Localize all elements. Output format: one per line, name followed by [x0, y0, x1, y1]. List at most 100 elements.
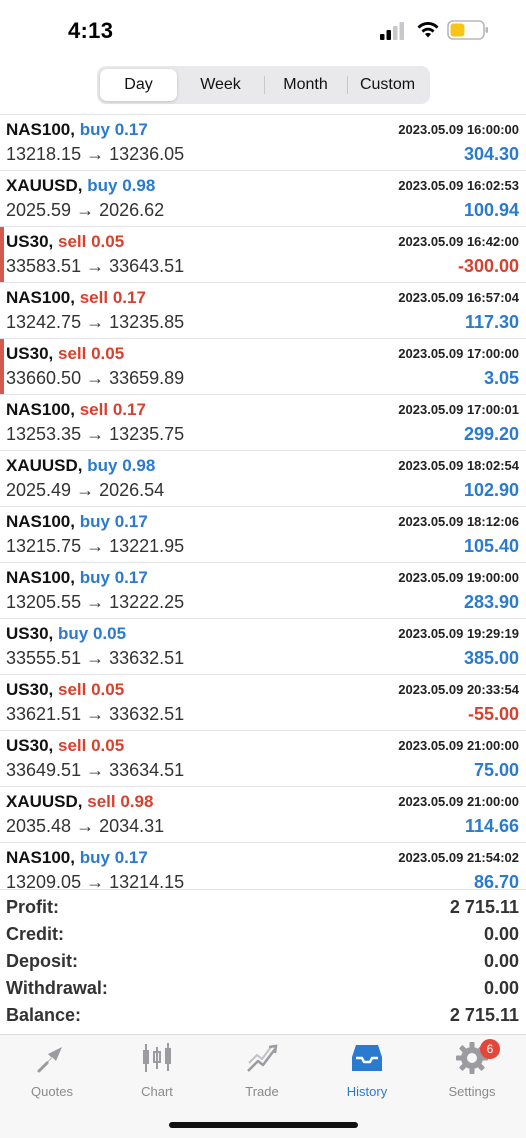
deal-volume: 0.05 [91, 344, 125, 363]
deal-title: US30, sell 0.05 [6, 680, 124, 700]
deal-row[interactable]: NAS100, buy 0.17 13218.15 → 13236.05 2023.… [0, 114, 526, 170]
deal-row[interactable]: XAUUSD, buy 0.98 2025.49 → 2026.54 2023.05… [0, 450, 526, 506]
deal-close-price: 33659.89 [109, 368, 185, 388]
deal-side: sell [57, 344, 87, 363]
settings-badge: 6 [480, 1039, 500, 1059]
deal-prices: 2025.49 → 2026.54 [6, 480, 164, 501]
deal-close-price: 2026.54 [99, 480, 165, 500]
summary-value: 2 715.11 [449, 897, 519, 917]
deal-prices: 33649.51 → 33634.51 [6, 760, 184, 781]
deal-prices: 2025.59 → 2026.62 [6, 200, 164, 221]
deal-profit: 304.30 [463, 144, 519, 164]
tab-history[interactable]: History [317, 1041, 417, 1105]
arrow-icon: → [86, 144, 105, 164]
deal-close-price: 13221.95 [109, 536, 185, 556]
deal-row[interactable]: US30, sell 0.05 33583.51 → 33643.51 2023.0… [0, 226, 526, 282]
deal-title: XAUUSD, sell 0.98 [6, 792, 153, 812]
deal-volume: 0.05 [91, 232, 125, 251]
deal-row[interactable]: US30, sell 0.05 33660.50 → 33659.89 2023.0… [0, 338, 526, 394]
deal-volume: 0.17 [112, 400, 146, 419]
segment-month[interactable]: Month [265, 69, 346, 101]
deal-open-price: 33583.51 [6, 256, 82, 276]
segment-day[interactable]: Day [100, 69, 177, 101]
deal-side: buy [79, 120, 110, 139]
deal-open-price: 13205.55 [6, 592, 82, 612]
deal-close-price: 33634.51 [109, 760, 185, 780]
deal-side: sell [57, 232, 87, 251]
tab-label: Quotes [31, 1084, 73, 1099]
deal-profit: -300.00 [457, 256, 519, 276]
deal-datetime: 2023.05.09 16:57:04 [398, 290, 519, 305]
arrow-icon: → [86, 424, 105, 444]
summary-row: Deposit: 0.00 [0, 948, 526, 975]
deal-row[interactable]: XAUUSD, buy 0.98 2025.59 → 2026.62 2023.05… [0, 170, 526, 226]
deal-datetime: 2023.05.09 20:33:54 [398, 682, 519, 697]
deal-side: sell [87, 792, 116, 811]
deal-open-price: 2025.49 [6, 480, 72, 500]
deal-datetime: 2023.05.09 18:12:06 [398, 514, 519, 529]
arrow-icon: → [86, 592, 105, 612]
tab-quotes[interactable]: Quotes [2, 1041, 102, 1105]
deal-side: sell [79, 288, 109, 307]
deal-close-price: 13236.05 [109, 144, 185, 164]
arrow-icon: → [76, 816, 95, 836]
tab-trade[interactable]: Trade [212, 1041, 312, 1105]
deal-row[interactable]: NAS100, buy 0.17 13215.75 → 13221.95 2023.… [0, 506, 526, 562]
deal-datetime: 2023.05.09 21:00:00 [398, 738, 519, 753]
deal-row[interactable]: US30, sell 0.05 33649.51 → 33634.51 2023.0… [0, 730, 526, 786]
deal-volume: 0.98 [122, 456, 156, 475]
deal-row[interactable]: XAUUSD, sell 0.98 2035.48 → 2034.31 2023.0… [0, 786, 526, 842]
home-indicator [169, 1122, 358, 1128]
deal-volume: 0.17 [112, 288, 146, 307]
summary-row: Credit: 0.00 [0, 921, 526, 948]
deal-side: buy [57, 624, 89, 643]
history-icon [352, 1045, 382, 1071]
deal-side: buy [87, 456, 118, 475]
deal-volume: 0.98 [120, 792, 154, 811]
tab-chart[interactable]: Chart [107, 1041, 207, 1105]
deal-profit: -55.00 [467, 704, 519, 724]
deal-datetime: 2023.05.09 19:00:00 [398, 570, 519, 585]
deal-symbol: US30, [6, 680, 54, 699]
deal-title: NAS100, sell 0.17 [6, 288, 146, 308]
deal-close-price: 13235.75 [109, 424, 185, 444]
summary-label: Deposit: [6, 951, 78, 971]
deal-volume: 0.17 [114, 848, 148, 867]
deal-row[interactable]: US30, buy 0.05 33555.51 → 33632.51 2023.05… [0, 618, 526, 674]
deal-open-price: 33649.51 [6, 760, 82, 780]
deal-side: buy [79, 512, 110, 531]
deal-open-price: 13215.75 [6, 536, 82, 556]
deal-row[interactable]: US30, sell 0.05 33621.51 → 33632.51 2023.0… [0, 674, 526, 730]
status-bar: 4:13 [0, 0, 526, 60]
deal-datetime: 2023.05.09 16:02:53 [398, 178, 519, 193]
segment-week[interactable]: Week [179, 69, 262, 101]
deal-side: buy [87, 176, 118, 195]
deal-profit: 75.00 [473, 760, 519, 780]
deal-profit: 114.66 [464, 816, 519, 836]
deal-datetime: 2023.05.09 21:54:02 [398, 850, 519, 865]
arrow-icon: → [86, 760, 105, 780]
deal-datetime: 2023.05.09 16:00:00 [398, 122, 519, 137]
arrow-icon: → [86, 704, 105, 724]
deal-open-price: 13242.75 [6, 312, 82, 332]
arrow-icon: → [86, 256, 105, 276]
summary-row: Profit: 2 715.11 [0, 894, 526, 921]
deals-list: NAS100, buy 0.17 13218.15 → 13236.05 2023.… [0, 114, 526, 898]
deal-prices: 13218.15 → 13236.05 [6, 144, 184, 165]
period-segmented-control: Day Week Month Custom [97, 66, 430, 104]
deal-row[interactable]: NAS100, sell 0.17 13253.35 → 13235.75 2023… [0, 394, 526, 450]
deal-title: NAS100, buy 0.17 [6, 568, 148, 588]
segment-custom[interactable]: Custom [348, 69, 427, 101]
deal-datetime: 2023.05.09 18:02:54 [398, 458, 519, 473]
deal-open-price: 13253.35 [6, 424, 82, 444]
tab-settings[interactable]: 6 Settings [422, 1039, 522, 1105]
deal-close-price: 33632.51 [109, 648, 185, 668]
deal-open-price: 2025.59 [6, 200, 72, 220]
deal-volume: 0.05 [91, 680, 125, 699]
deal-row[interactable]: NAS100, sell 0.17 13242.75 → 13235.85 2023… [0, 282, 526, 338]
deal-title: NAS100, sell 0.17 [6, 400, 146, 420]
deal-prices: 33555.51 → 33632.51 [6, 648, 184, 669]
deal-side: sell [57, 680, 87, 699]
deal-row[interactable]: NAS100, buy 0.17 13205.55 → 13222.25 2023.… [0, 562, 526, 618]
summary-row: Withdrawal: 0.00 [0, 975, 526, 1002]
